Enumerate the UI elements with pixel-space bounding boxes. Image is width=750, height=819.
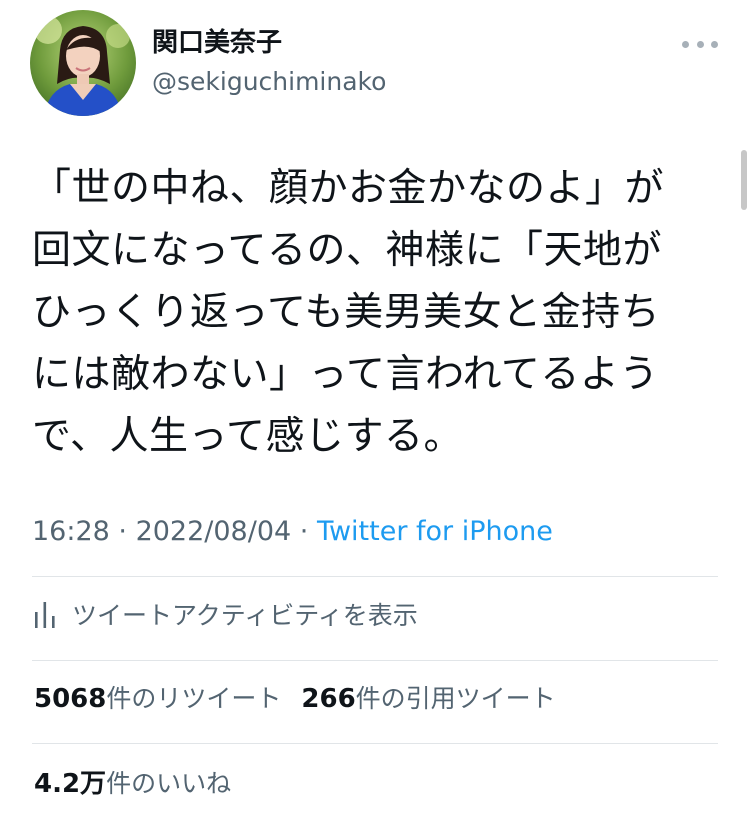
- divider: [32, 576, 718, 577]
- retweets-label: 件のリツイート: [106, 684, 282, 713]
- tweet-activity-button[interactable]: ツイートアクティビティを表示: [34, 594, 418, 634]
- retweets-stat[interactable]: 5068件のリツイート: [34, 684, 282, 714]
- quotes-label: 件の引用ツイート: [355, 684, 556, 713]
- more-dot: [682, 40, 689, 48]
- more-dot: [711, 40, 718, 48]
- tweet-source-link[interactable]: Twitter for iPhone: [317, 516, 553, 547]
- more-options-icon[interactable]: [682, 34, 718, 54]
- display-name[interactable]: 関口美奈子: [152, 26, 282, 60]
- meta-separator: ·: [291, 516, 317, 547]
- avatar[interactable]: [30, 10, 136, 116]
- engagement-stats: 5068件のリツイート 266件の引用ツイート: [34, 680, 556, 718]
- divider: [32, 743, 718, 744]
- quotes-stat[interactable]: 266件の引用ツイート: [301, 684, 556, 714]
- divider: [32, 660, 718, 661]
- tweet-meta: 16:28 · 2022/08/04 · Twitter for iPhone: [32, 513, 553, 551]
- tweet-date[interactable]: 2022/08/04: [136, 516, 292, 547]
- likes-label: 件のいいね: [106, 769, 232, 798]
- username-handle[interactable]: @sekiguchiminako: [152, 66, 386, 98]
- quotes-count: 266: [301, 684, 356, 714]
- more-dot: [696, 40, 704, 48]
- tweet-text: 「世の中ね、顔かお金かなのよ」が 回文になってるの、神様に「天地が ひっくり返っ…: [32, 166, 665, 459]
- retweets-count: 5068: [34, 684, 107, 714]
- avatar-photo: [30, 10, 136, 116]
- likes-count: 4.2万: [34, 769, 107, 799]
- likes-stat[interactable]: 4.2万件のいいね: [34, 765, 231, 803]
- bar-chart-icon: [35, 602, 55, 628]
- meta-separator: ·: [109, 516, 136, 547]
- tweet-activity-label: ツイートアクティビティを表示: [72, 601, 418, 630]
- scrollbar[interactable]: [741, 150, 747, 210]
- tweet-time[interactable]: 16:28: [32, 516, 110, 547]
